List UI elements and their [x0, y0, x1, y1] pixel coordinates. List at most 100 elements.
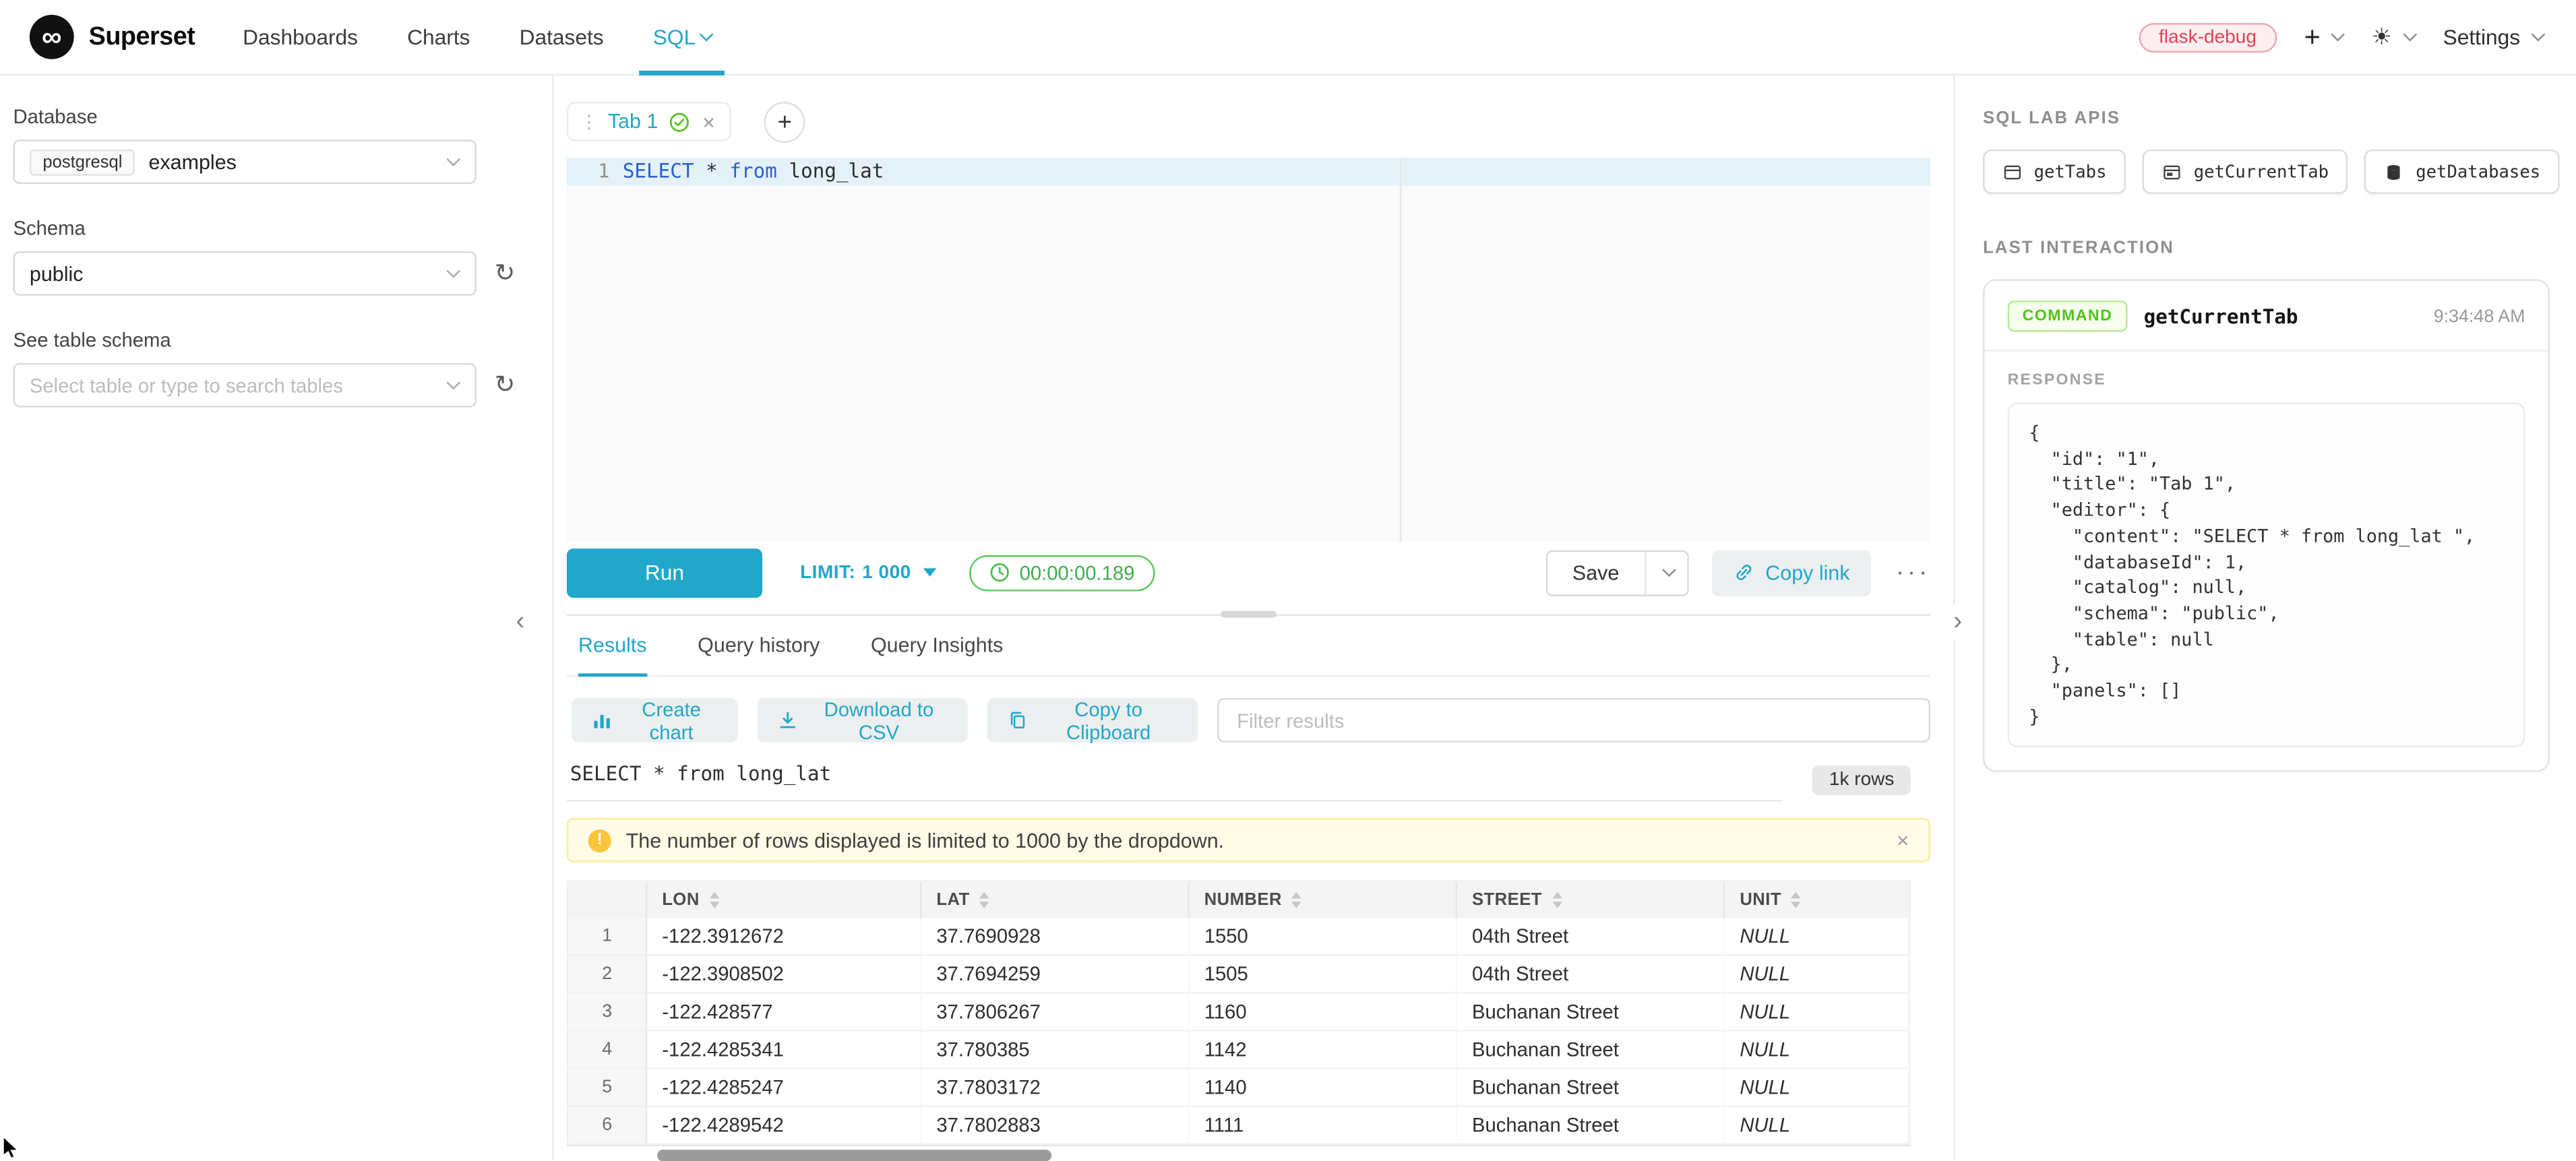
table-cell: -122.428577	[647, 994, 921, 1032]
table-row: 6-122.428954237.78028831111Buchanan Stre…	[568, 1107, 1909, 1145]
main-nav: Dashboards Charts Datasets SQL	[218, 0, 737, 75]
database-select[interactable]: postgresql examples	[13, 139, 477, 184]
query-tab-1[interactable]: ⋮ Tab 1 ×	[567, 102, 731, 142]
table-cell: 04th Street	[1457, 956, 1725, 994]
command-badge: COMMAND	[2008, 301, 2128, 332]
table-cell: 04th Street	[1457, 918, 1725, 956]
collapse-left-panel[interactable]: ‹	[513, 604, 528, 641]
environment-badge: flask-debug	[2139, 22, 2276, 52]
row-index: 3	[568, 994, 647, 1032]
scrollbar-thumb[interactable]	[657, 1150, 1051, 1161]
card-divider	[1985, 350, 2548, 351]
refresh-schema-icon[interactable]: ↻	[495, 261, 516, 286]
horizontal-scrollbar[interactable]	[567, 1145, 1911, 1161]
table-cell: -122.3908502	[647, 956, 921, 994]
column-header-lon[interactable]: LON	[647, 882, 921, 918]
results-actions: Create chart Download to CSV Copy to Cli…	[567, 698, 1930, 743]
column-header-lat[interactable]: LAT	[921, 882, 1189, 918]
nav-charts[interactable]: Charts	[383, 0, 495, 75]
save-dropdown-button[interactable]	[1645, 551, 1686, 594]
copy-clipboard-button[interactable]: Copy to Clipboard	[987, 698, 1198, 743]
filter-results-input[interactable]	[1217, 698, 1930, 743]
limit-label: LIMIT:	[800, 563, 855, 582]
refresh-tables-icon[interactable]: ↻	[495, 373, 516, 398]
results-tabs: Results Query history Query Insights	[567, 616, 1930, 677]
row-index: 1	[568, 918, 647, 956]
add-new-dropdown[interactable]: +	[2304, 23, 2343, 51]
chevron-down-icon	[2331, 28, 2345, 42]
getdatabases-button[interactable]: getDatabases	[2365, 150, 2560, 194]
close-tab-icon[interactable]: ×	[702, 111, 715, 133]
download-csv-button[interactable]: Download to CSV	[758, 698, 967, 743]
table-cell: NULL	[1725, 1069, 1909, 1107]
results-table-body: 1-122.391267237.7690928155004th StreetNU…	[568, 918, 1909, 1145]
editor-toolbar: Run LIMIT: 1 000 00:00:00.189 Save	[567, 547, 1930, 598]
tabs-icon	[2002, 162, 2022, 181]
save-button[interactable]: Save	[1547, 551, 1645, 594]
row-index: 5	[568, 1069, 647, 1107]
sql-code-editor[interactable]: 1 SELECT * from long_lat	[567, 158, 1930, 542]
table-cell: 1111	[1190, 1107, 1457, 1145]
chevron-down-icon	[446, 376, 460, 390]
sql-statement: SELECT * from long_lat	[623, 158, 884, 185]
limit-value: 1 000	[862, 563, 911, 582]
table-cell: -122.4289542	[647, 1107, 921, 1145]
nav-dashboards[interactable]: Dashboards	[218, 0, 383, 75]
run-button[interactable]: Run	[567, 548, 762, 597]
gettabs-button[interactable]: getTabs	[1983, 150, 2126, 194]
table-cell: NULL	[1725, 994, 1909, 1032]
row-index: 6	[568, 1107, 647, 1145]
check-circle-icon	[668, 111, 689, 133]
copy-link-button[interactable]: Copy link	[1711, 549, 1871, 595]
copy-link-label: Copy link	[1765, 561, 1849, 584]
table-cell: Buchanan Street	[1457, 1069, 1725, 1107]
plus-icon: +	[2304, 23, 2321, 51]
add-tab-button[interactable]: +	[764, 101, 805, 142]
database-icon	[2385, 162, 2404, 181]
table-row: 1-122.391267237.7690928155004th StreetNU…	[568, 918, 1909, 956]
sqllab-api-panel: SQL LAB APIS getTabs getCurrentTab getDa…	[1955, 75, 2576, 1160]
interaction-header: COMMAND getCurrentTab 9:34:48 AM	[2008, 301, 2525, 332]
close-alert-icon[interactable]: ×	[1897, 828, 1909, 853]
table-cell: Buchanan Street	[1457, 1032, 1725, 1069]
schema-select[interactable]: public	[13, 251, 477, 296]
chevron-down-icon	[1662, 563, 1676, 577]
nav-sql[interactable]: SQL	[628, 0, 737, 75]
api-panel-title: SQL LAB APIS	[1983, 108, 2550, 128]
database-value: examples	[148, 150, 236, 173]
sqllab-main-panel: ⋮ Tab 1 × + 1 SELECT * from long_lat Run…	[553, 75, 1955, 1160]
tab-query-history[interactable]: Query history	[698, 616, 820, 675]
table-cell: 1160	[1190, 994, 1457, 1032]
chevron-down-icon	[446, 264, 460, 278]
chevron-down-icon	[700, 28, 714, 42]
table-cell: 1550	[1190, 918, 1457, 956]
table-row: 5-122.428524737.78031721140Buchanan Stre…	[568, 1069, 1909, 1107]
column-header-street[interactable]: STREET	[1457, 882, 1725, 918]
table-cell: 1505	[1190, 956, 1457, 994]
nav-datasets[interactable]: Datasets	[495, 0, 628, 75]
query-preview-row: SELECT * from long_lat 1k rows	[567, 757, 1930, 802]
settings-menu[interactable]: Settings	[2443, 25, 2544, 50]
table-cell: 37.7694259	[921, 956, 1189, 994]
limit-dropdown[interactable]: LIMIT: 1 000	[800, 563, 936, 582]
tab-query-insights[interactable]: Query Insights	[871, 616, 1003, 675]
table-cell: 37.7802883	[921, 1107, 1189, 1145]
superset-sqllab-app: ∞ Superset Dashboards Charts Datasets SQ…	[0, 0, 2576, 1160]
tab-results[interactable]: Results	[578, 616, 647, 675]
settings-label: Settings	[2443, 25, 2521, 50]
more-options-button[interactable]: ···	[1896, 559, 1930, 586]
splitter-grip[interactable]	[1221, 611, 1277, 618]
superset-logo-icon[interactable]: ∞	[30, 15, 74, 59]
alert-message: The number of rows displayed is limited …	[626, 829, 1224, 852]
database-label: Database	[13, 105, 553, 128]
table-select[interactable]: Select table or type to search tables	[13, 363, 477, 408]
collapse-right-panel[interactable]: ›	[1950, 604, 1965, 641]
theme-dropdown[interactable]: ☀	[2371, 23, 2415, 51]
column-header-number[interactable]: NUMBER	[1190, 882, 1457, 918]
last-interaction-card: COMMAND getCurrentTab 9:34:48 AM RESPONS…	[1983, 279, 2550, 772]
interaction-timestamp: 9:34:48 AM	[2434, 307, 2525, 326]
column-header-unit[interactable]: UNIT	[1725, 882, 1909, 918]
create-chart-button[interactable]: Create chart	[572, 698, 738, 743]
getcurrenttab-button[interactable]: getCurrentTab	[2143, 150, 2348, 194]
table-cell: 1140	[1190, 1069, 1457, 1107]
